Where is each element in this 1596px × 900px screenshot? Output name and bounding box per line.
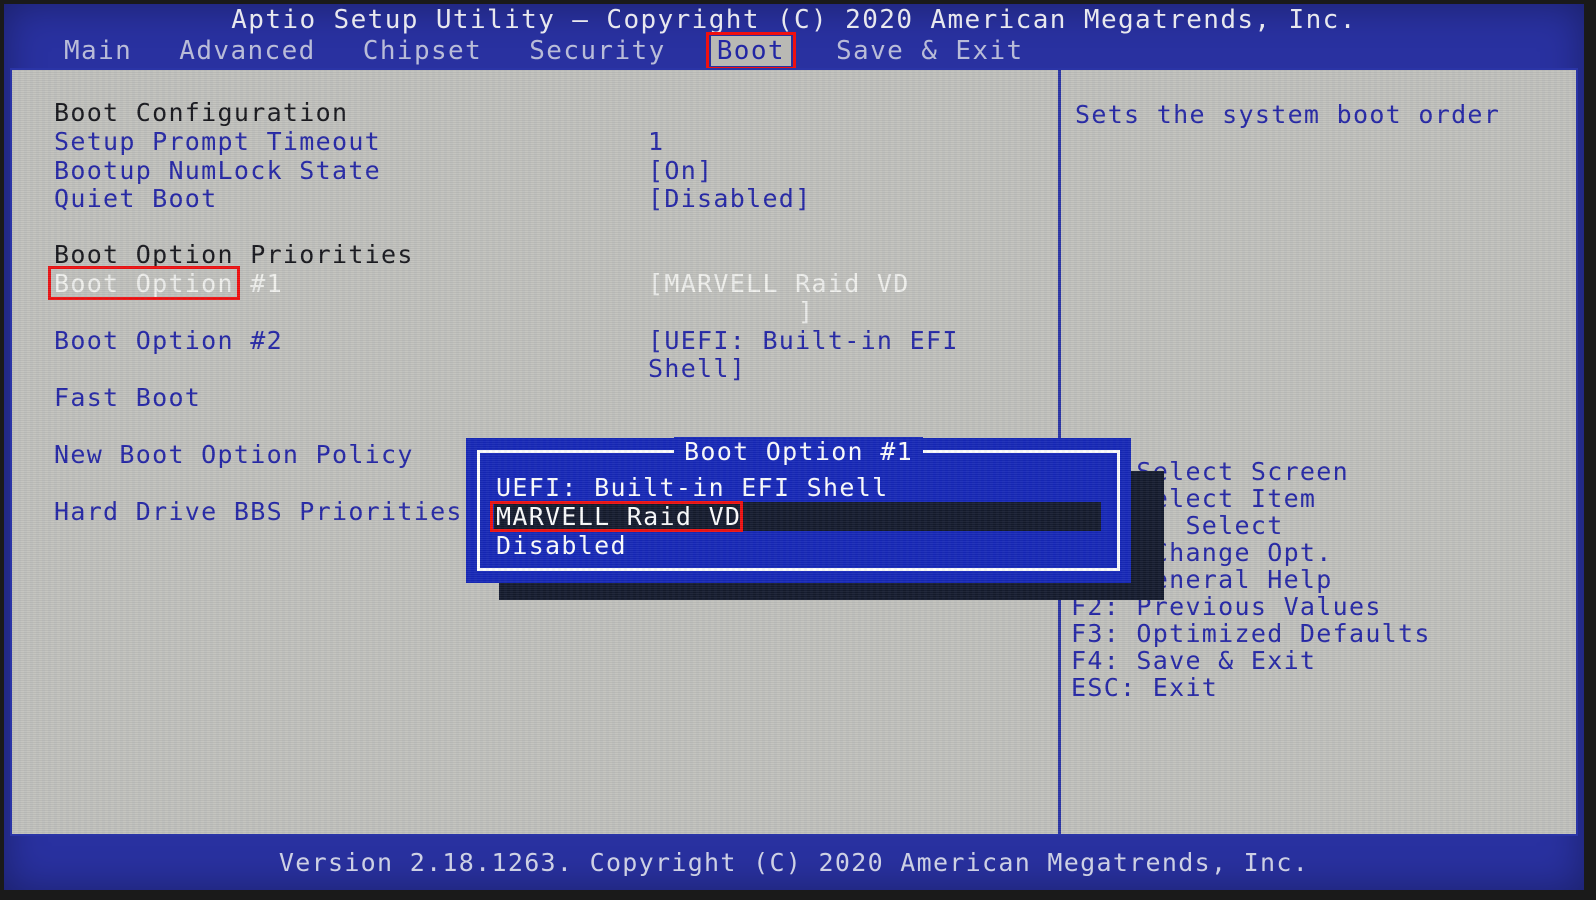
row-label: Quiet Boot <box>54 184 218 213</box>
tab-security[interactable]: Security <box>527 36 667 66</box>
content-area: Boot Configuration Setup Prompt Timeout … <box>10 68 1578 836</box>
row-value[interactable]: [Disabled] <box>648 184 812 213</box>
tab-main[interactable]: Main <box>62 36 134 66</box>
setting-boot-option-1-value-cont: ] <box>54 297 1054 326</box>
help-pane: Sets the system boot order →←: Select Sc… <box>1061 70 1576 834</box>
dialog-border: Boot Option #1 UEFI: Built-in EFI Shell … <box>477 437 1120 571</box>
bios-screen: Aptio Setup Utility – Copyright (C) 2020… <box>4 4 1584 890</box>
row-label: Boot Option #1 <box>54 269 283 298</box>
row-label: New Boot Option Policy <box>54 440 414 469</box>
section-header-boot-option-priorities: Boot Option Priorities <box>54 240 1054 269</box>
tab-boot-label: Boot <box>716 36 785 66</box>
legend-save-exit: F4: Save & Exit <box>1071 646 1317 675</box>
row-value-continued: ] <box>798 297 815 326</box>
legend-optimized-defaults: F3: Optimized Defaults <box>1071 619 1431 648</box>
help-description: Sets the system boot order <box>1075 100 1501 129</box>
menu-bar: Main Advanced Chipset Security Boot Save… <box>4 32 1584 70</box>
monitor-photo: Aptio Setup Utility – Copyright (C) 2020… <box>0 0 1596 900</box>
row-value-continued: Shell] <box>648 354 747 383</box>
setting-boot-option-2[interactable]: Boot Option #2 [UEFI: Built-in EFI <box>54 326 1054 355</box>
setting-quiet-boot[interactable]: Quiet Boot [Disabled] <box>54 184 1054 213</box>
row-label: Boot Option #2 <box>54 326 283 355</box>
dialog-option-marvell-raid-vd[interactable]: MARVELL Raid VD <box>490 501 1101 532</box>
dialog-title-text: Boot Option #1 <box>674 437 923 466</box>
dialog-option-list: UEFI: Built-in EFI Shell MARVELL Raid VD… <box>490 473 1115 560</box>
tab-chipset[interactable]: Chipset <box>361 36 484 66</box>
section-header-boot-configuration: Boot Configuration <box>54 98 1054 127</box>
setting-setup-prompt-timeout[interactable]: Setup Prompt Timeout 1 <box>54 127 1054 156</box>
dialog-option-uefi-shell[interactable]: UEFI: Built-in EFI Shell <box>494 473 1115 502</box>
row-label: Boot Option Priorities <box>54 240 414 269</box>
tab-save-exit[interactable]: Save & Exit <box>834 36 1026 66</box>
app-title: Aptio Setup Utility – Copyright (C) 2020… <box>231 5 1357 35</box>
row-value[interactable]: [MARVELL Raid VD <box>648 269 910 298</box>
row-value[interactable]: [On] <box>648 156 713 185</box>
row-label: Fast Boot <box>54 383 202 412</box>
boot-option-dialog: Boot Option #1 UEFI: Built-in EFI Shell … <box>466 437 1131 583</box>
row-label: Setup Prompt Timeout <box>54 127 382 156</box>
setting-bootup-numlock-state[interactable]: Bootup NumLock State [On] <box>54 156 1054 185</box>
row-label: Boot Configuration <box>54 98 349 127</box>
legend-esc-exit: ESC: Exit <box>1071 673 1219 702</box>
tab-boot[interactable]: Boot <box>705 32 796 70</box>
row-label: Hard Drive BBS Priorities <box>54 497 463 526</box>
dialog-title: Boot Option #1 <box>480 437 1117 466</box>
tab-advanced[interactable]: Advanced <box>177 36 317 66</box>
row-value[interactable]: 1 <box>648 127 664 156</box>
setting-fast-boot[interactable]: Fast Boot <box>54 383 1054 412</box>
dialog-option-disabled[interactable]: Disabled <box>494 531 1115 560</box>
dialog-option-label: MARVELL Raid VD <box>496 502 742 531</box>
version-footer: Version 2.18.1263. Copyright (C) 2020 Am… <box>278 848 1310 877</box>
setting-boot-option-1[interactable]: Boot Option #1 [MARVELL Raid VD <box>48 266 1054 300</box>
row-label: Bootup NumLock State <box>54 156 382 185</box>
setting-boot-option-2-value-cont: Shell] <box>54 354 1054 383</box>
row-value[interactable]: [UEFI: Built-in EFI <box>648 326 959 355</box>
